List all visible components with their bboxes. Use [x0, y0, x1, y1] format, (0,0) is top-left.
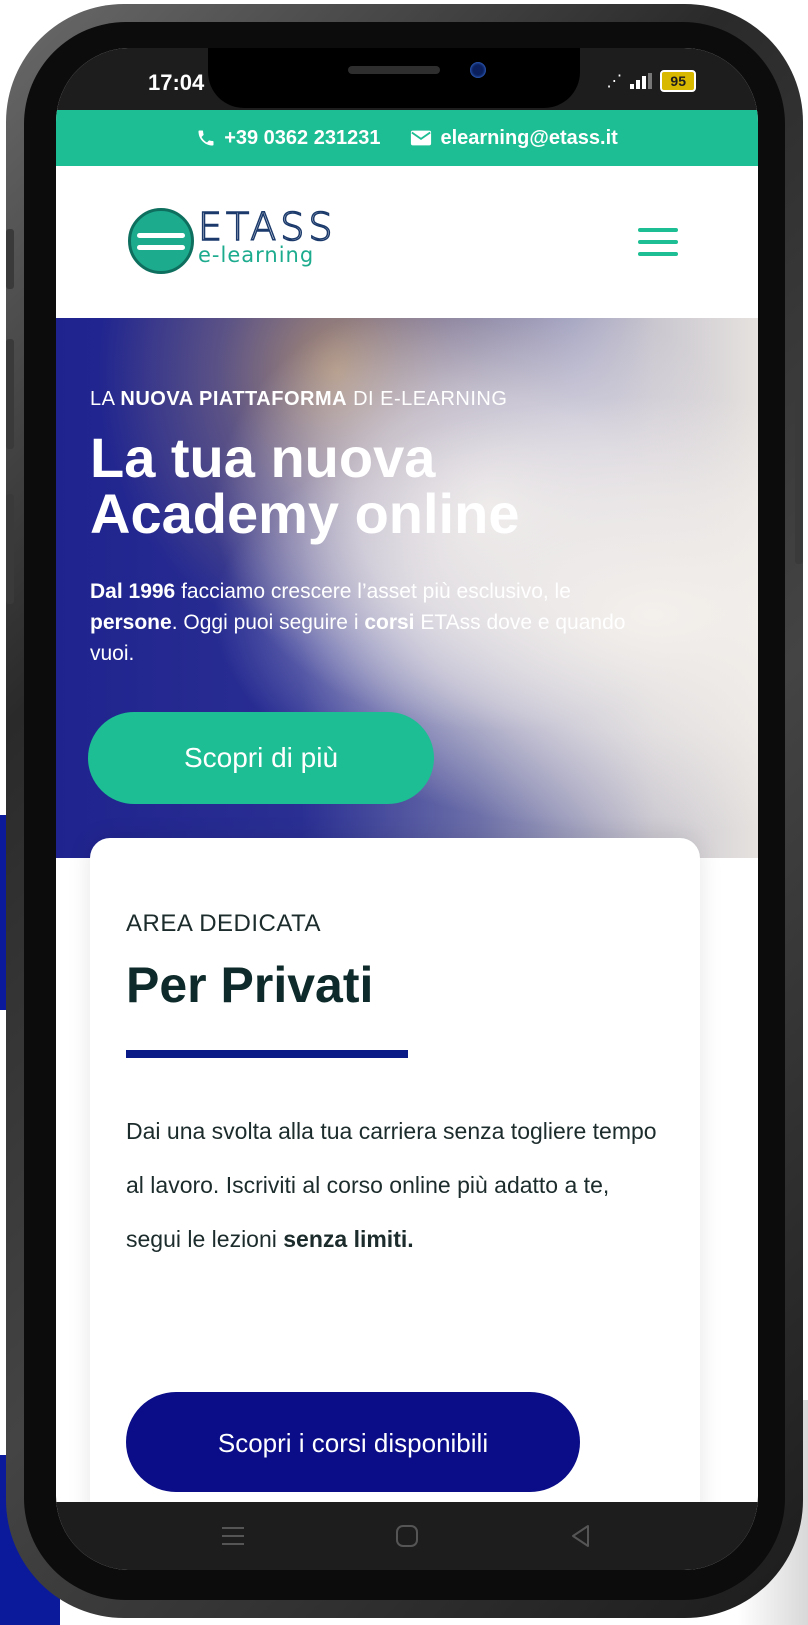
- hamburger-menu-icon[interactable]: [638, 228, 678, 256]
- hero-section: LA NUOVA PIATTAFORMA DI E-LEARNING La tu…: [56, 318, 758, 858]
- discover-more-button[interactable]: Scopri di più: [88, 712, 434, 804]
- logo-text: ETASS e-learning: [197, 205, 337, 265]
- title-underline: [126, 1050, 408, 1058]
- email-address: elearning@etass.it: [440, 126, 618, 149]
- wifi-icon: ⋰: [606, 73, 623, 90]
- volume-down-button: [6, 494, 14, 604]
- phone-screen: 17:04 ⋰ 95 +39 0362 231231 elearning@eta…: [56, 48, 758, 1570]
- status-bar: 17:04 ⋰ 95: [56, 48, 758, 110]
- phone-icon: [196, 128, 216, 148]
- front-camera: [470, 62, 486, 78]
- contact-bar: +39 0362 231231 elearning@etass.it: [56, 110, 758, 166]
- hero-title: La tua nuova Academy online: [90, 426, 520, 545]
- status-time: 17:04: [148, 70, 205, 95]
- phone-link[interactable]: +39 0362 231231: [196, 127, 380, 150]
- status-indicators: ⋰ 95: [606, 70, 696, 92]
- discover-courses-button[interactable]: Scopri i corsi disponibili: [126, 1392, 580, 1492]
- volume-up-button: [6, 339, 14, 449]
- mail-icon: [410, 129, 432, 147]
- logo-name: ETASS: [197, 205, 337, 249]
- private-area-card: AREA DEDICATA Per Privati Dai una svolta…: [90, 838, 700, 1538]
- signal-icon: [630, 73, 653, 89]
- back-icon[interactable]: [563, 1518, 599, 1554]
- email-link[interactable]: elearning@etass.it: [410, 126, 618, 150]
- power-button: [795, 384, 803, 564]
- card-kicker: AREA DEDICATA: [126, 910, 321, 937]
- battery-indicator: 95: [660, 70, 696, 92]
- etass-logo[interactable]: ETASS e-learning: [128, 205, 337, 274]
- logo-mark: [128, 208, 194, 274]
- system-navigation-bar: [56, 1502, 758, 1570]
- hero-kicker: LA NUOVA PIATTAFORMA DI E-LEARNING: [90, 388, 508, 410]
- site-header: ETASS e-learning: [56, 166, 758, 318]
- home-icon[interactable]: [389, 1518, 425, 1554]
- speaker-grille: [348, 66, 440, 74]
- camera-notch: [208, 48, 580, 108]
- side-button: [6, 229, 14, 289]
- card-text: Dai una svolta alla tua carriera senza t…: [126, 1118, 657, 1252]
- hero-text: Dal 1996 facciamo crescere l’asset più e…: [90, 580, 626, 665]
- recent-apps-icon[interactable]: [215, 1518, 251, 1554]
- card-title: Per Privati: [126, 957, 374, 1013]
- phone-number: +39 0362 231231: [224, 126, 381, 149]
